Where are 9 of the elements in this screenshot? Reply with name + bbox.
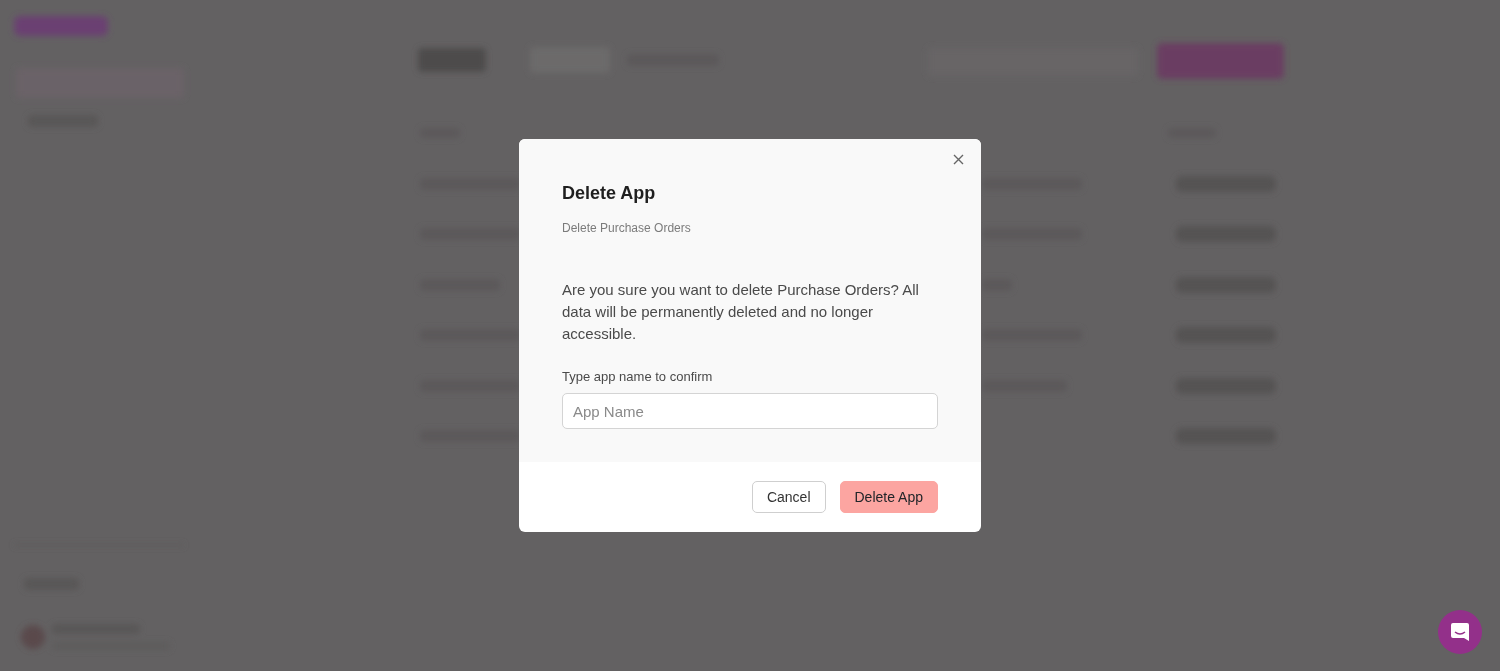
app-name-field[interactable]: App Name <box>562 393 938 430</box>
chat-icon <box>1450 622 1470 642</box>
field-label: Type app name to confirm <box>562 367 714 386</box>
close-icon <box>952 154 964 166</box>
warning-message: Are you sure you want to delete Purchase Orders? All data will be permanently deleted and no longer accessible. <box>562 279 920 344</box>
dialog-subtitle: Delete Purchase Orders <box>562 219 692 237</box>
chat-launcher-button[interactable] <box>1438 610 1482 654</box>
cancel-button[interactable]: Cancel <box>751 481 826 514</box>
dialog-title: Delete App <box>562 182 657 205</box>
